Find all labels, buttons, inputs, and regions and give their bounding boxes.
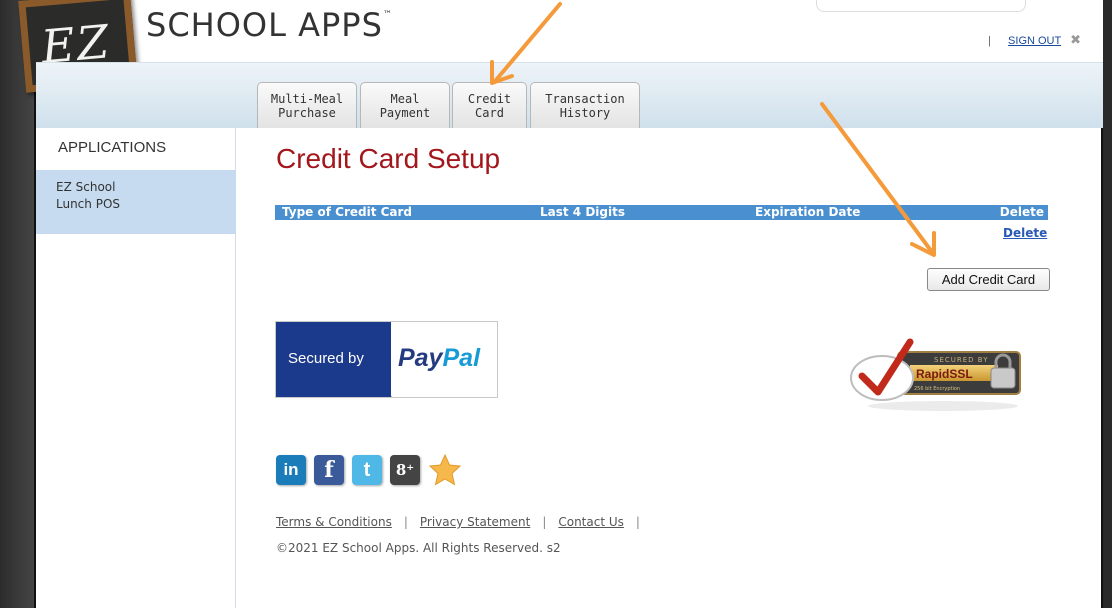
brand-name-text: SCHOOL APPS bbox=[146, 6, 383, 44]
tab-transaction-history[interactable]: Transaction History bbox=[530, 82, 640, 128]
rapidssl-seal: SECURED BY RapidSSL 256 bit Encryption bbox=[850, 338, 1021, 411]
delete-link[interactable]: Delete bbox=[1003, 226, 1047, 240]
add-credit-card-button[interactable]: Add Credit Card bbox=[927, 268, 1050, 291]
facebook-icon[interactable]: f bbox=[314, 455, 344, 485]
paypal-logo-pal: Pal bbox=[442, 344, 481, 372]
tab-label-line1: Transaction bbox=[545, 92, 625, 106]
sign-out-link[interactable]: SIGN OUT bbox=[1008, 35, 1061, 47]
page-header: EZ SCHOOL APPS™ | SIGN OUT ✖ bbox=[18, 0, 1103, 93]
tab-label-line1: Credit bbox=[467, 92, 512, 106]
tab-label-line2: Card bbox=[475, 106, 504, 120]
footer-separator: | bbox=[403, 515, 408, 529]
padlock-icon bbox=[990, 367, 1016, 389]
page-title: Credit Card Setup bbox=[276, 143, 501, 174]
paypal-secured-by: Secured by bbox=[288, 350, 364, 367]
terms-link[interactable]: Terms & Conditions bbox=[276, 515, 392, 529]
seal-shadow bbox=[868, 401, 1018, 411]
column-header-type: Type of Credit Card bbox=[282, 205, 413, 219]
sidebar: APPLICATIONS EZ School Lunch POS bbox=[36, 128, 236, 608]
footer-separator: | bbox=[635, 515, 640, 529]
paypal-badge: Secured by PayPal bbox=[275, 321, 498, 398]
tab-multi-meal-purchase[interactable]: Multi-Meal Purchase bbox=[257, 82, 357, 128]
top-widget bbox=[816, 0, 1026, 12]
tab-label-line1: Meal bbox=[390, 92, 420, 106]
column-header-delete: Delete bbox=[999, 205, 1044, 219]
header-separator: | bbox=[988, 35, 991, 47]
twitter-icon[interactable]: t bbox=[352, 455, 382, 485]
sidebar-item-line1: EZ School bbox=[56, 180, 116, 194]
trademark-mark: ™ bbox=[382, 10, 393, 20]
footer-separator: | bbox=[542, 515, 547, 529]
brand-name: SCHOOL APPS™ bbox=[146, 6, 393, 44]
tab-label-line2: Purchase bbox=[278, 106, 336, 120]
column-header-expiration: Expiration Date bbox=[755, 205, 861, 219]
ssl-sub-text: 256 bit Encryption bbox=[914, 386, 960, 392]
sidebar-title: APPLICATIONS bbox=[58, 139, 167, 156]
privacy-link[interactable]: Privacy Statement bbox=[420, 515, 530, 529]
paypal-logo-pay: Pay bbox=[398, 344, 443, 372]
tab-meal-payment[interactable]: Meal Payment bbox=[360, 82, 450, 128]
ssl-brand-text: RapidSSL bbox=[916, 367, 973, 381]
star-icon[interactable] bbox=[428, 454, 462, 486]
paypal-badge-slant bbox=[372, 322, 392, 397]
copyright-text: ©2021 EZ School Apps. All Rights Reserve… bbox=[276, 541, 561, 555]
sidebar-item-ez-school-lunch-pos[interactable]: EZ School Lunch POS bbox=[36, 170, 236, 234]
google-plus-icon[interactable]: 8⁺ bbox=[390, 455, 420, 485]
star-shape bbox=[428, 454, 462, 486]
tab-label-line2: History bbox=[559, 106, 611, 120]
column-header-last4: Last 4 Digits bbox=[540, 205, 625, 219]
window-right-edge bbox=[1103, 0, 1112, 608]
tab-credit-card[interactable]: Credit Card bbox=[452, 82, 527, 128]
credit-card-table-header: Type of Credit Card Last 4 Digits Expira… bbox=[275, 205, 1048, 220]
footer-links: Terms & Conditions | Privacy Statement | Con… bbox=[276, 515, 652, 529]
close-icon[interactable]: ✖ bbox=[1070, 32, 1081, 47]
contact-link[interactable]: Contact Us bbox=[558, 515, 624, 529]
sidebar-item-line2: Lunch POS bbox=[56, 197, 121, 211]
account-links: | SIGN OUT ✖ bbox=[988, 32, 1081, 48]
tab-label-line1: Multi-Meal bbox=[270, 92, 344, 106]
tab-band-left bbox=[36, 62, 236, 128]
linkedin-icon[interactable]: in bbox=[276, 455, 306, 485]
paypal-logo: PayPal bbox=[398, 344, 480, 373]
tab-label-line2: Payment bbox=[379, 106, 431, 120]
ssl-top-text: SECURED BY bbox=[934, 356, 988, 364]
